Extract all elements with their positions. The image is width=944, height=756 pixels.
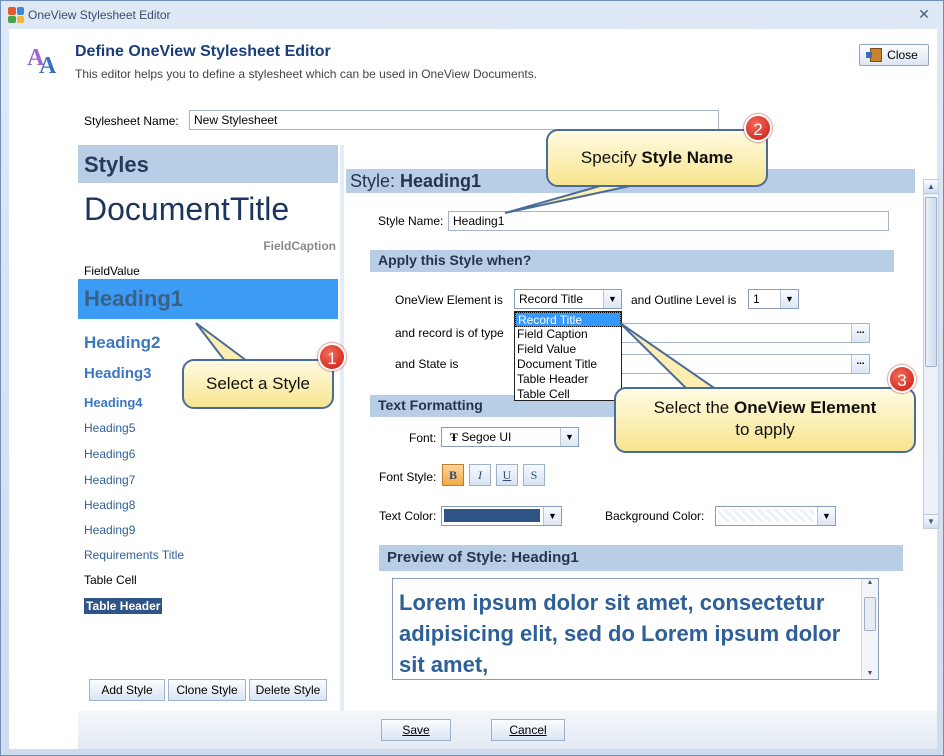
callout-2-badge: 2: [744, 114, 772, 142]
callout-3-badge: 3: [888, 365, 916, 393]
callout-3-line1: Select the OneView Element: [616, 397, 914, 419]
callout-3-line2: to apply: [735, 420, 795, 439]
callout-2-prefix: Specify: [580, 148, 642, 167]
callout-3-bold: OneView Element: [733, 398, 877, 417]
callout-2-pointer: [504, 185, 631, 214]
callout-arrows: [195, 185, 724, 393]
callout-2-bold: Style Name: [641, 148, 734, 167]
callout-3-pointer: [619, 322, 724, 393]
callout-1-badge: 1: [318, 343, 346, 371]
callout-specify-style-name: Specify Style Name: [546, 129, 768, 187]
callout-select-style: Select a Style: [182, 359, 334, 409]
callout-select-element: Select the OneView Element to apply: [614, 387, 916, 453]
callout-3-prefix: Select the: [653, 398, 734, 417]
callout-1-pointer: [195, 322, 251, 362]
